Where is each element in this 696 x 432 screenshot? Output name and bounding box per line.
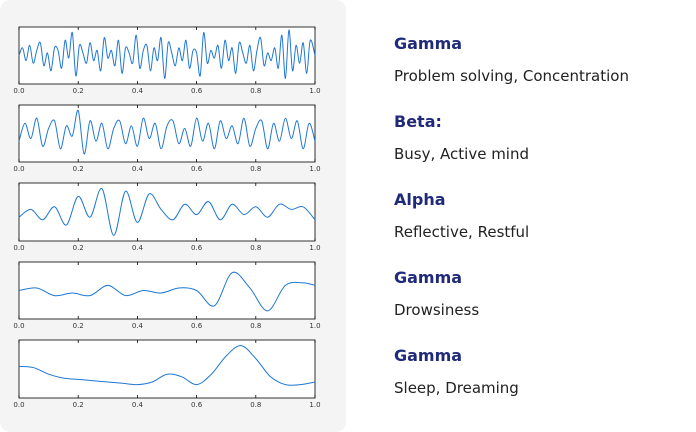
wave-description: Sleep, Dreaming [394, 379, 519, 397]
wave-plots: 0.0 0.2 0.4 0.6 0.8 1.00.0 0.2 0.4 0.6 0.8 1.00.0 0… [13, 26, 321, 409]
wave-item-5: Gamma Sleep, Dreaming [394, 346, 694, 398]
x-tick-label: 0.2 [73, 244, 84, 252]
x-tick-label: 0.0 [13, 322, 24, 330]
x-tick-label: 0.0 [13, 244, 24, 252]
wave-plot-4: 0.0 0.2 0.4 0.6 0.8 1.0 [13, 261, 321, 330]
wave-title: Beta: [394, 112, 442, 131]
x-tick-label: 0.8 [250, 165, 261, 173]
wave-item-2: Beta: Busy, Active mind [394, 112, 694, 164]
x-tick-label: 0.8 [250, 401, 261, 409]
x-tick-label: 0.4 [132, 401, 144, 409]
x-tick-label: 1.0 [309, 165, 320, 173]
wave-title: Gamma [394, 346, 463, 365]
wave-title: Alpha [394, 190, 446, 209]
wave-plot-1: 0.0 0.2 0.4 0.6 0.8 1.0 [13, 26, 321, 95]
x-tick-label: 0.6 [191, 244, 203, 252]
x-tick-label: 0.0 [13, 87, 24, 95]
wave-item-3: Alpha Reflective, Restful [394, 190, 694, 242]
wave-item-1: Gamma Problem solving, Concentration [394, 34, 694, 86]
plot-frame [18, 261, 316, 320]
x-tick-label: 0.4 [132, 244, 144, 252]
x-tick-label: 0.6 [191, 87, 203, 95]
x-tick-label: 1.0 [309, 244, 320, 252]
wave-item-4: Gamma Drowsiness [394, 268, 694, 320]
x-tick-label: 0.8 [250, 322, 261, 330]
wave-title: Gamma [394, 34, 463, 53]
x-tick-label: 0.0 [13, 165, 24, 173]
plot-frame [18, 182, 316, 242]
x-tick-label: 0.4 [132, 87, 144, 95]
wave-plot-5: 0.0 0.2 0.4 0.6 0.8 1.0 [13, 339, 321, 409]
wave-plot-2: 0.0 0.2 0.4 0.6 0.8 1.0 [13, 104, 321, 173]
wave-description: Drowsiness [394, 301, 480, 319]
wave-plot-3: 0.0 0.2 0.4 0.6 0.8 1.0 [13, 182, 321, 252]
x-tick-label: 0.2 [73, 401, 84, 409]
x-tick-label: 1.0 [309, 401, 320, 409]
x-tick-label: 0.2 [73, 87, 84, 95]
x-tick-label: 0.4 [132, 322, 144, 330]
x-tick-label: 0.6 [191, 165, 203, 173]
x-tick-label: 1.0 [309, 87, 320, 95]
x-tick-label: 0.4 [132, 165, 144, 173]
wave-description: Reflective, Restful [394, 223, 530, 241]
wave-description: Problem solving, Concentration [394, 67, 629, 85]
chart-panel: 0.0 0.2 0.4 0.6 0.8 1.0 0.0 0.2 0.4 0.6 0.8 1.0 0.0 0… [0, 0, 346, 432]
wave-description: Busy, Active mind [394, 145, 529, 163]
x-tick-label: 0.8 [250, 244, 261, 252]
x-tick-label: 0.2 [73, 165, 84, 173]
x-tick-label: 1.0 [309, 322, 320, 330]
x-tick-label: 0.6 [191, 401, 203, 409]
plot-frame [18, 104, 316, 163]
x-tick-label: 0.2 [73, 322, 84, 330]
plot-frame [18, 339, 316, 399]
x-tick-label: 0.6 [191, 322, 203, 330]
x-tick-label: 0.0 [13, 401, 24, 409]
wave-title: Gamma [394, 268, 463, 287]
x-tick-label: 0.8 [250, 87, 261, 95]
